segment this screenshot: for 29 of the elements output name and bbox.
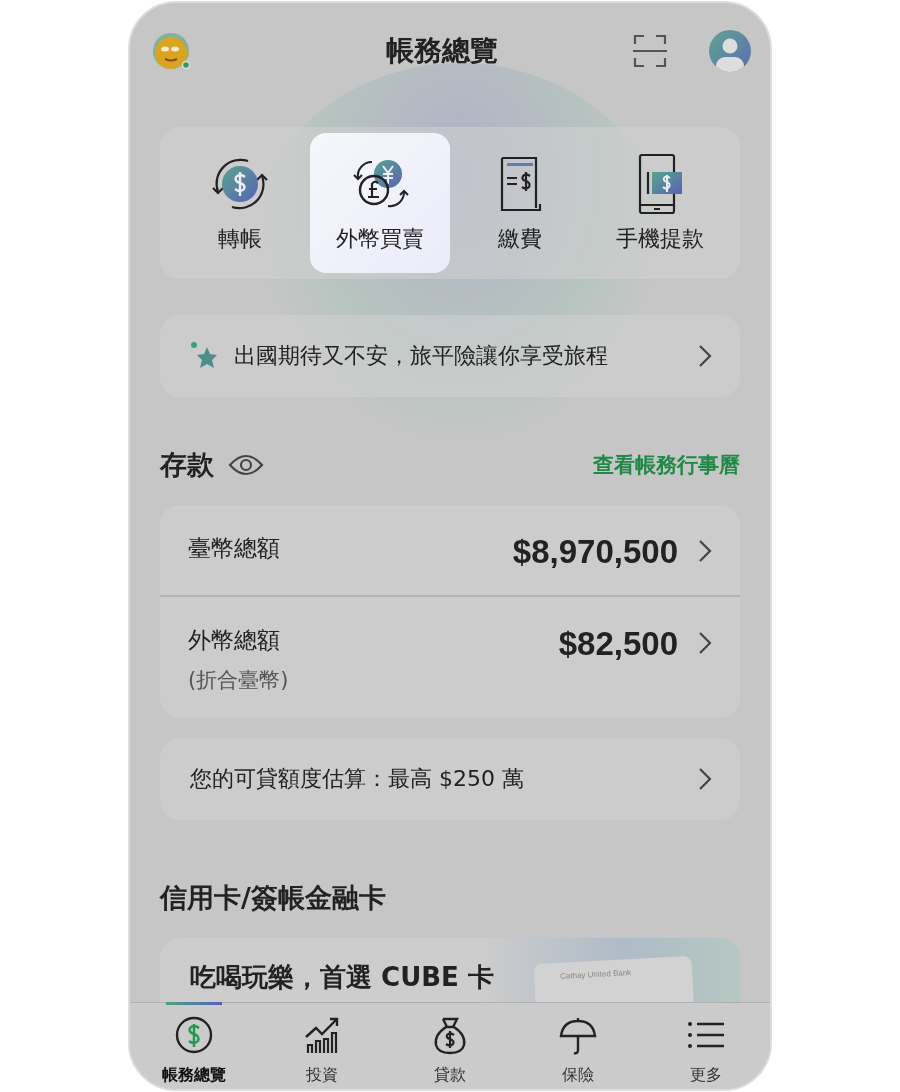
deposit-note: (折合臺幣) [188,667,290,694]
insurance-banner[interactable]: 出國期待又不安，旅平險讓你享受旅程 [160,315,740,397]
sparkle-icon [190,341,220,371]
chevron-right-icon [698,767,712,791]
section-title: 信用卡/簽帳金融卡 [160,881,386,915]
section-title: 存款 [160,448,214,482]
chevron-right-icon [698,539,712,563]
amount: $8,970,500 [512,533,678,571]
mascot-icon[interactable] [151,31,191,71]
deposit-label: 臺幣總額 [188,534,281,563]
dollar-circle-icon [174,1015,214,1055]
card-bank-name: Cathay United Bank [559,968,632,981]
page-title: 帳務總覽 [385,33,499,69]
deposit-row[interactable]: 外幣總額 (折合臺幣) $82,500 [160,595,740,718]
quick-action[interactable]: 轉帳 [170,133,310,273]
quick-action[interactable]: 外幣買賣 [310,133,450,273]
loan-estimate-row[interactable]: 您的可貸額度估算：最高 $250 萬 [160,738,740,820]
quick-action[interactable]: 手機提款 [590,133,730,273]
deposit-label: 外幣總額 [188,626,281,655]
promo-title: 吃喝玩樂，首選 CUBE 卡 [190,961,494,994]
eye-icon[interactable] [228,453,264,477]
deposit-row[interactable]: 臺幣總額 $8,970,500 [160,505,740,595]
chevron-right-icon [698,631,712,655]
chevron-right-icon [698,344,712,368]
scan-icon[interactable] [633,34,667,68]
avatar-icon[interactable] [709,30,751,72]
amount: $82,500 [558,625,678,663]
quick-action[interactable]: 繳費 [450,133,590,273]
umbrella-icon [558,1015,598,1055]
